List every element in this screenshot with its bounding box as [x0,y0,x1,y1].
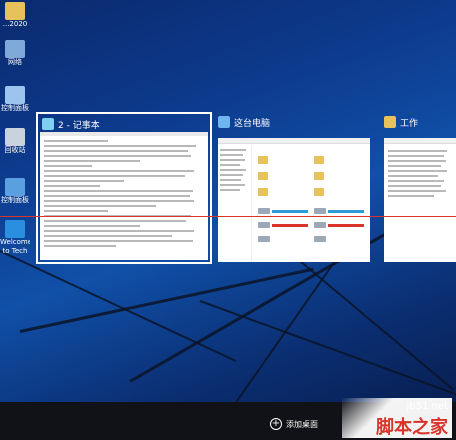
folder-icon [5,2,25,20]
drive-icon [258,236,270,242]
ribbon [218,138,370,144]
control-panel-icon [5,178,25,196]
task-view-window-notepad[interactable]: 2 - 记事本 [36,112,212,264]
work-folder-preview [384,138,456,262]
task-view-window-work[interactable]: 工作 [384,114,456,262]
folder-icon [314,156,324,164]
document-text [44,140,204,250]
desktop-icon-recycle-bin[interactable]: 回收站 [0,128,30,155]
drive-icon [314,236,326,242]
folder-icon [314,188,324,196]
notepad-icon [42,118,54,130]
window-title-bar: 工作 [384,114,418,130]
plus-icon: + [270,418,282,430]
desktop-icon-control-panel[interactable]: 控制面板 [0,86,30,113]
drive-icon [258,222,270,228]
desktop-icon-welcome[interactable]: Welcome to Tech Previ... [0,220,30,256]
folder-icon [258,172,268,180]
wallpaper-streak [0,250,237,362]
desktop-background: ...2020 网络 控制面板 回收站 控制面板 Welcome to Tech… [0,0,456,402]
drive-icon [314,222,326,228]
explorer-preview [218,138,370,262]
computer-icon [218,116,230,128]
drive-icon [258,208,270,214]
file-list [388,150,454,200]
drive-icon [314,208,326,214]
windows-icon [5,220,25,238]
ribbon [384,138,456,144]
folder-icon [384,116,396,128]
desktop-icon-network[interactable]: 网络 [0,40,30,67]
folder-icon [258,156,268,164]
window-title-bar: 这台电脑 [218,114,270,130]
network-icon [5,40,25,58]
task-view-window-this-pc[interactable]: 这台电脑 [218,114,374,262]
folder-icon [314,172,324,180]
folder-icon [258,188,268,196]
red-guide-line [0,216,456,217]
navigation-pane [218,146,252,262]
desktop-icon-user-folder[interactable]: ...2020 [0,2,30,29]
recycle-bin-icon [5,128,25,146]
notepad-preview [40,132,208,260]
menu-bar [40,132,208,136]
control-panel-icon [5,86,25,104]
taskbar: + 添加桌面 jb51.net 脚本之家 [0,398,456,440]
wallpaper-streak [199,300,456,402]
window-title-bar: 2 - 记事本 [42,116,100,132]
watermark: jb51.net 脚本之家 [302,398,452,438]
desktop-icon-control-panel-2[interactable]: 控制面板 [0,178,30,205]
